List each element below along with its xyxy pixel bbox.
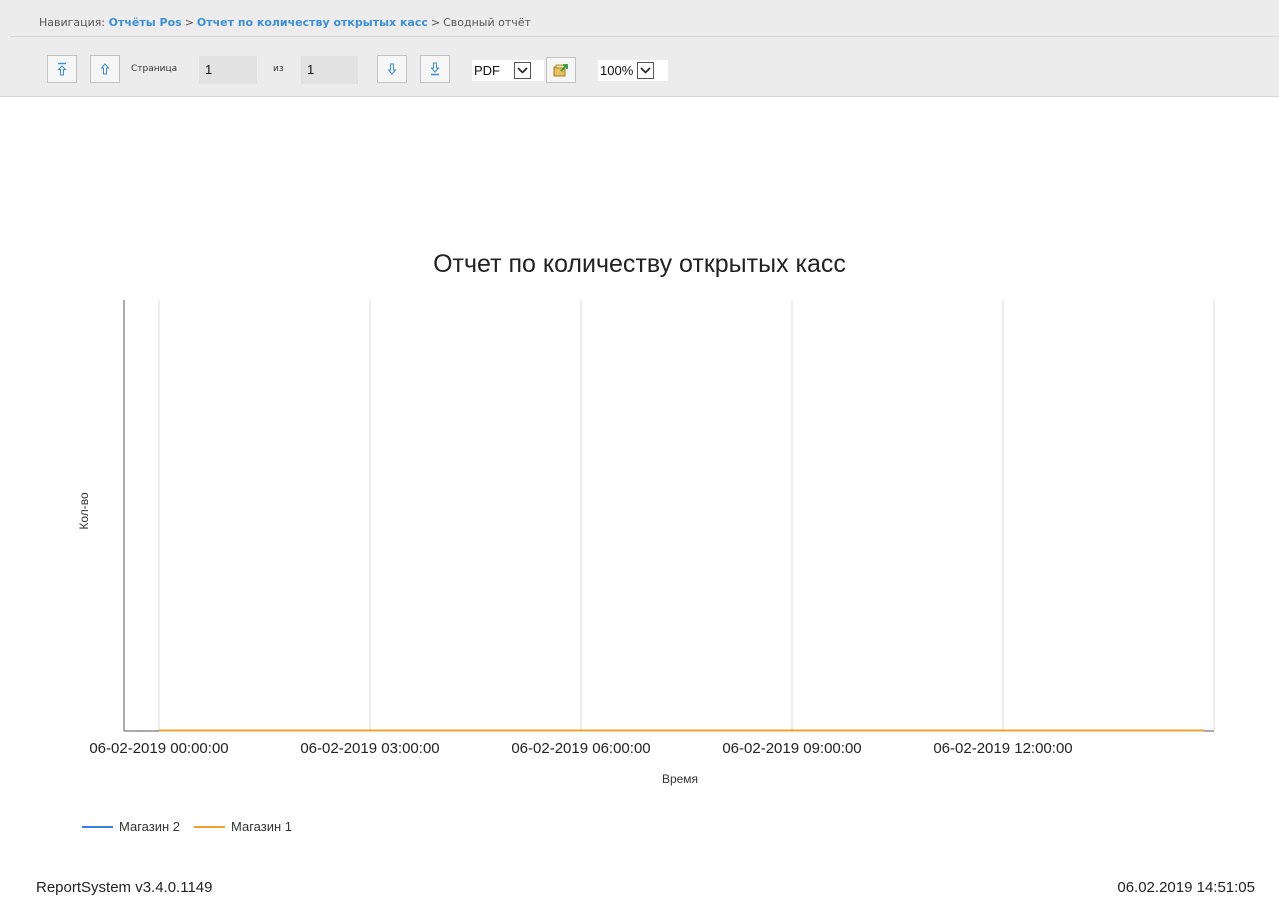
x-axis-label: Время — [661, 772, 699, 786]
chart-grid — [158, 300, 1215, 731]
legend-item-store-1[interactable]: Магазин 1 — [194, 819, 292, 834]
x-tick-label: 06-02-2019 00:00:00 — [89, 740, 229, 757]
legend-label: Магазин 1 — [231, 819, 292, 834]
x-tick-label: 06-02-2019 06:00:00 — [511, 740, 651, 757]
legend-label: Магазин 2 — [119, 819, 180, 834]
line-chart — [123, 300, 1215, 732]
x-tick-label: 06-02-2019 03:00:00 — [300, 740, 440, 757]
footer-timestamp: 06.02.2019 14:51:05 — [1117, 879, 1255, 896]
x-tick-label: 06-02-2019 09:00:00 — [722, 740, 862, 757]
y-axis-label: Кол-во — [77, 492, 91, 530]
footer-version: ReportSystem v3.4.0.1149 — [36, 879, 213, 896]
legend-item-store-2[interactable]: Магазин 2 — [82, 819, 180, 834]
legend-swatch — [82, 825, 113, 828]
legend-swatch — [194, 825, 225, 828]
x-tick-label: 06-02-2019 12:00:00 — [933, 740, 1073, 757]
chart-legend: Магазин 2 Магазин 1 — [82, 819, 306, 834]
